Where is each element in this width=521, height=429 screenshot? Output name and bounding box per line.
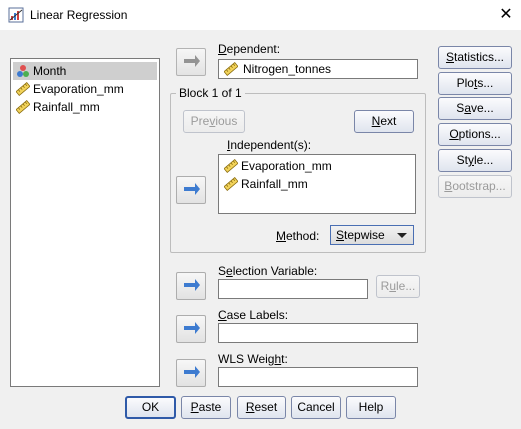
- options-button[interactable]: Options...: [438, 123, 512, 146]
- case-labels-label: Case Labels:: [218, 308, 289, 322]
- move-to-dependent-button[interactable]: [176, 48, 206, 76]
- list-item-label: Rainfall_mm: [241, 177, 308, 191]
- right-arrow-icon: [184, 322, 200, 334]
- dependent-label: Dependent:: [218, 42, 281, 56]
- paste-button[interactable]: Paste: [181, 396, 231, 419]
- right-arrow-icon: [184, 279, 200, 291]
- independents-list[interactable]: Evaporation_mm Rainfall_mm: [218, 154, 416, 214]
- list-item-label: Evaporation_mm: [33, 82, 124, 96]
- independents-label: Independent(s):: [227, 138, 312, 152]
- move-to-independents-button[interactable]: [176, 176, 206, 204]
- bootstrap-button[interactable]: Bootstrap...: [438, 175, 512, 198]
- list-item-evaporation[interactable]: Evaporation_mm: [13, 80, 157, 98]
- method-value: Stepwise: [336, 228, 385, 242]
- style-button[interactable]: Style...: [438, 149, 512, 172]
- cancel-button[interactable]: Cancel: [291, 396, 341, 419]
- rule-button[interactable]: Rule...: [376, 275, 420, 298]
- plots-button[interactable]: Plots...: [438, 72, 512, 95]
- chevron-down-icon: [397, 233, 407, 238]
- list-item-label: Month: [33, 64, 67, 78]
- selection-variable-field[interactable]: [218, 279, 368, 299]
- nominal-variable-icon: [16, 64, 30, 78]
- next-button[interactable]: Next: [354, 110, 414, 133]
- ok-button[interactable]: OK: [125, 396, 176, 419]
- move-to-case-labels-button[interactable]: [176, 315, 206, 343]
- list-item-label: Evaporation_mm: [241, 159, 332, 173]
- method-dropdown[interactable]: Stepwise: [330, 225, 414, 245]
- right-arrow-icon: [184, 183, 200, 195]
- scale-variable-icon: [223, 159, 239, 173]
- scale-variable-icon: [223, 62, 239, 76]
- scale-variable-icon: [223, 177, 239, 191]
- dependent-field[interactable]: Nitrogen_tonnes: [218, 59, 418, 79]
- previous-button[interactable]: Previous: [183, 110, 245, 133]
- help-button[interactable]: Help: [346, 396, 396, 419]
- wls-weight-field[interactable]: [218, 367, 418, 387]
- list-item-evaporation[interactable]: Evaporation_mm: [221, 157, 411, 175]
- list-item-rainfall[interactable]: Rainfall_mm: [13, 98, 157, 116]
- wls-weight-label: WLS Weight:: [218, 352, 288, 366]
- move-to-selection-button[interactable]: [176, 272, 206, 300]
- method-label: Method:: [276, 229, 320, 243]
- scale-variable-icon: [15, 82, 31, 96]
- dependent-value: Nitrogen_tonnes: [243, 62, 332, 76]
- scale-variable-icon: [15, 100, 31, 114]
- case-labels-field[interactable]: [218, 323, 418, 343]
- list-item-month[interactable]: Month: [13, 62, 157, 80]
- statistics-button[interactable]: Statistics...: [438, 46, 512, 69]
- move-to-wls-weight-button[interactable]: [176, 359, 206, 387]
- right-arrow-icon: [184, 55, 200, 67]
- list-item-rainfall[interactable]: Rainfall_mm: [221, 175, 411, 193]
- regression-app-icon: [8, 7, 24, 23]
- list-item-label: Rainfall_mm: [33, 100, 100, 114]
- source-variable-list[interactable]: Month Evaporation_mm Rainfall_mm: [10, 58, 160, 387]
- block-title: Block 1 of 1: [176, 86, 245, 100]
- window-title: Linear Regression: [30, 8, 128, 22]
- close-button[interactable]: ✕: [494, 4, 518, 26]
- right-arrow-icon: [184, 366, 200, 378]
- selection-variable-label: Selection Variable:: [218, 264, 318, 278]
- save-button[interactable]: Save...: [438, 97, 512, 120]
- reset-button[interactable]: Reset: [237, 396, 286, 419]
